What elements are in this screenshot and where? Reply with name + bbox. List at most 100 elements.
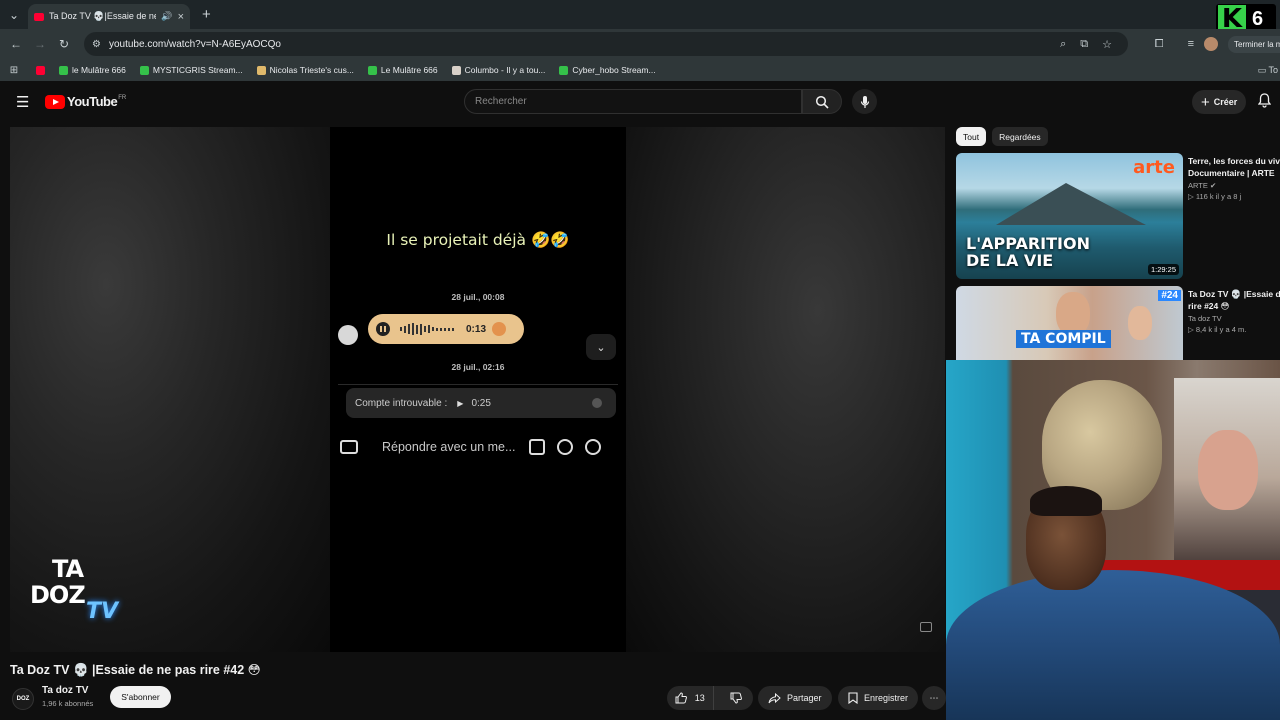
thumbs-up-icon — [675, 692, 687, 704]
divider — [338, 384, 618, 385]
notifications-bell-icon[interactable] — [1257, 93, 1272, 113]
audio-playing-icon[interactable]: 🔊 — [161, 11, 172, 22]
kick-bookmark-icon — [59, 65, 68, 75]
forward-icon[interactable]: → — [28, 37, 52, 51]
bookmark-favicon-icon — [451, 65, 461, 75]
plus-icon: + — [1201, 93, 1210, 111]
extensions-icon[interactable]: ⧠ — [1155, 38, 1164, 51]
quoted-duration: 0:25 — [471, 397, 491, 409]
more-actions-button[interactable]: ⋯ — [922, 686, 946, 710]
search-input[interactable]: Rechercher — [464, 89, 802, 114]
bookmark-label: MYSTICGRIS Stream... — [152, 65, 243, 75]
like-button[interactable]: 13 — [667, 686, 714, 710]
channel-avatar[interactable]: DOZ — [12, 688, 34, 710]
poster-face — [1198, 430, 1258, 510]
play-icon: ▶ — [457, 398, 464, 408]
voice-search-button[interactable] — [852, 89, 877, 114]
youtube-logo[interactable]: YouTube FR — [45, 94, 126, 109]
subscribe-button[interactable]: S'abonner — [110, 686, 171, 708]
video-channel[interactable]: ARTE ✔ — [1188, 181, 1280, 190]
reply-placeholder: Répondre avec un me... — [382, 440, 516, 454]
close-tab-icon[interactable]: × — [178, 11, 184, 23]
share-button[interactable]: Partager — [758, 686, 832, 710]
duration-badge: 1:29:25 — [1147, 264, 1179, 275]
finish-update-button[interactable]: Terminer la m — [1228, 35, 1280, 53]
thumbs-down-icon — [730, 692, 743, 704]
video-meta: ▷ 8,4 k il y a 4 m. — [1188, 325, 1247, 334]
zoom-icon[interactable]: ⌕ — [1060, 38, 1066, 51]
address-bar-row: ← → ↻ ⚙ youtube.com/watch?v=N-A6EyAOCQo … — [0, 29, 1280, 59]
youtube-wordmark: YouTube — [67, 94, 118, 109]
menu-icon[interactable]: ☰ — [16, 93, 29, 111]
chip-watched[interactable]: Regardées — [992, 127, 1048, 146]
site-info-icon[interactable]: ⚙ — [92, 39, 101, 50]
new-tab-icon[interactable]: + — [202, 6, 211, 23]
bookmark-item[interactable]: Columbo - Il y a tou... — [451, 65, 546, 75]
close-icon — [592, 398, 602, 408]
dislike-button[interactable] — [720, 686, 753, 710]
video-title-line[interactable]: Ta Doz TV 💀 |Essaie de — [1188, 288, 1280, 300]
bookmark-label: Columbo - Il y a tou... — [464, 65, 546, 75]
video-channel[interactable]: Ta doz TV — [1188, 314, 1280, 323]
bookmark-label: Nicolas Trieste's cus... — [269, 65, 354, 75]
url-field[interactable]: ⚙ youtube.com/watch?v=N-A6EyAOCQo ⌕ ⧉ ☆ — [84, 32, 1128, 56]
scroll-down-chevron-icon: ⌄ — [586, 334, 616, 360]
create-button[interactable]: + Créer — [1192, 90, 1247, 114]
video-title-line[interactable]: Documentaire | ARTE — [1188, 167, 1280, 179]
video-title: Ta Doz TV 💀 |Essaie de ne pas rire #42 😳 — [10, 663, 261, 677]
kick-count: 6 — [1252, 7, 1264, 30]
bookmarks-overflow[interactable]: ▭ To — [1258, 65, 1278, 76]
video-player[interactable]: Il se projetait déjà 🤣🤣 28 juil., 00:08 … — [10, 127, 945, 652]
watermark-tv: TV — [86, 599, 119, 624]
bookmark-item[interactable]: Nicolas Trieste's cus... — [256, 65, 354, 75]
save-button[interactable]: Enregistrer — [838, 686, 919, 710]
video-title-line[interactable]: Terre, les forces du vivant — [1188, 155, 1280, 167]
share-label: Partager — [787, 693, 822, 703]
streamer-hoodie — [946, 570, 1280, 720]
bookmark-item[interactable]: MYSTICGRIS Stream... — [139, 65, 243, 75]
bookmark-item[interactable]: Le Mulâtre 666 — [367, 65, 438, 75]
waveform-icon — [400, 323, 454, 335]
kick-bookmark-icon — [559, 65, 569, 75]
bookmark-label: le Mulâtre 666 — [72, 65, 126, 75]
watermark-line1: TA — [52, 555, 84, 583]
url-text: youtube.com/watch?v=N-A6EyAOCQo — [108, 38, 281, 50]
pause-icon — [376, 322, 390, 336]
thumbnail-caption-line: DE LA VIE — [966, 251, 1054, 270]
youtube-play-icon — [45, 94, 65, 109]
media-control-icon[interactable]: ≡ — [1188, 38, 1194, 50]
bookmark-item[interactable]: Cyber_hobo Stream... — [559, 65, 656, 75]
episode-badge: #24 — [1158, 290, 1181, 301]
video-info: Terre, les forces du vivant Documentaire… — [1188, 155, 1280, 201]
voice-duration: 0:13 — [466, 323, 487, 335]
search-icon — [815, 95, 829, 109]
sender-avatar — [338, 325, 358, 345]
channel-name[interactable]: Ta doz TV — [42, 685, 88, 696]
cast-icon[interactable]: ⧉ — [1080, 38, 1088, 51]
video-thumbnail[interactable]: arte L'APPARITION DE LA VIE 1:29:25 — [956, 153, 1183, 279]
recommended-video[interactable]: arte L'APPARITION DE LA VIE 1:29:25 Terr… — [956, 153, 1280, 279]
bookmark-youtube[interactable] — [36, 65, 45, 75]
apps-grid-icon[interactable]: ⊞ — [0, 65, 28, 76]
arte-logo: arte — [1133, 157, 1175, 178]
reload-icon[interactable]: ↻ — [52, 37, 76, 51]
youtube-bookmark-icon — [36, 65, 45, 75]
channel-branding-icon[interactable] — [920, 622, 932, 632]
profile-avatar[interactable] — [1204, 37, 1218, 51]
tab-search-icon[interactable]: ⌄ — [0, 0, 28, 29]
back-icon[interactable]: ← — [4, 37, 28, 51]
chip-all[interactable]: Tout — [956, 127, 987, 146]
share-arrow-icon — [768, 692, 781, 703]
bookmark-star-icon[interactable]: ☆ — [1102, 38, 1112, 51]
thumbnail-mountain — [996, 183, 1146, 225]
search-button[interactable] — [802, 89, 842, 114]
browser-tab-active[interactable]: Ta Doz TV 💀|Essaie de ne 🔊 × — [28, 4, 190, 29]
bookmark-item[interactable]: le Mulâtre 666 — [59, 65, 126, 75]
thumbnail-caption: L'APPARITION DE LA VIE — [966, 235, 1090, 269]
voice-message: 0:13 — [368, 314, 524, 344]
video-title-line[interactable]: rire #24 😳 — [1188, 300, 1280, 312]
youtube-favicon-icon — [34, 12, 44, 21]
subscriber-count: 1,96 k abonnés — [42, 699, 94, 708]
search-placeholder: Rechercher — [475, 96, 527, 107]
camera-icon — [340, 440, 358, 454]
